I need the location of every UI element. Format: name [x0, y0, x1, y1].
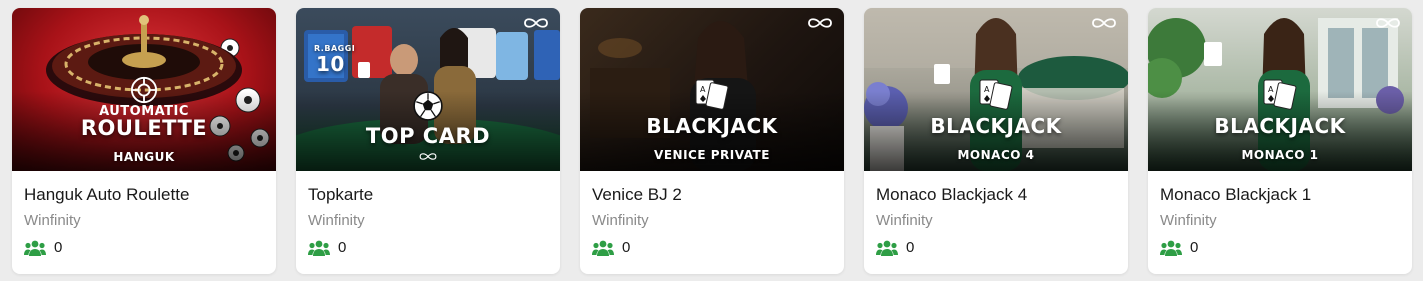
playing-cards-icon: A: [1263, 79, 1297, 110]
game-thumbnail-title: BLACKJACK: [1214, 114, 1346, 138]
game-thumbnail[interactable]: AUTOMATIC ROULETTE HANGUK: [12, 8, 276, 171]
winfinity-logo-icon: [524, 18, 548, 28]
game-thumbnail[interactable]: R.BAGGI 10 TOP CARD: [296, 8, 560, 171]
playing-cards-icon: A: [979, 79, 1013, 110]
game-thumbnail-title: TOP CARD: [365, 124, 491, 148]
roulette-logo-icon: [130, 76, 158, 104]
player-count-value: 0: [906, 239, 915, 256]
game-card[interactable]: A BLACKJACK VENICE PRIVATE Venice BJ 2 W…: [580, 8, 844, 274]
player-count: 0: [876, 239, 1116, 256]
game-grid: AUTOMATIC ROULETTE HANGUK Hanguk Auto Ro…: [12, 8, 1412, 274]
player-count: 0: [592, 239, 832, 256]
game-name[interactable]: Topkarte: [308, 183, 548, 207]
game-thumbnail-subtitle: MONACO 1: [1241, 148, 1319, 162]
players-icon: [1160, 240, 1182, 256]
jersey-number-label: 10: [316, 52, 345, 76]
game-provider: Winfinity: [592, 212, 649, 229]
winfinity-logo-icon: [419, 153, 437, 160]
player-count-value: 0: [338, 239, 347, 256]
players-icon: [876, 240, 898, 256]
winfinity-logo-icon: [1092, 18, 1116, 28]
player-count-value: 0: [622, 239, 631, 256]
game-card[interactable]: R.BAGGI 10 TOP CARD Topkarte Winfinity 0: [296, 8, 560, 274]
game-thumbnail-title: BLACKJACK: [930, 114, 1062, 138]
players-icon: [24, 240, 46, 256]
game-provider: Winfinity: [1160, 212, 1217, 229]
players-icon: [592, 240, 614, 256]
player-count: 0: [1160, 239, 1400, 256]
player-count: 0: [308, 239, 548, 256]
game-provider: Winfinity: [876, 212, 933, 229]
game-name[interactable]: Monaco Blackjack 4: [876, 183, 1116, 207]
game-thumbnail[interactable]: A BLACKJACK MONACO 1: [1148, 8, 1412, 171]
svg-text:A: A: [700, 85, 706, 94]
game-provider: Winfinity: [24, 212, 81, 229]
game-card[interactable]: AUTOMATIC ROULETTE HANGUK Hanguk Auto Ro…: [12, 8, 276, 274]
game-thumbnail-subtitle: MONACO 4: [957, 148, 1035, 162]
game-thumbnail-subtitle: HANGUK: [113, 150, 175, 164]
players-icon: [308, 240, 330, 256]
game-card[interactable]: A BLACKJACK MONACO 1 Monaco Blackjack 1 …: [1148, 8, 1412, 274]
game-thumbnail[interactable]: A BLACKJACK MONACO 4: [864, 8, 1128, 171]
player-count-value: 0: [54, 239, 63, 256]
game-thumbnail-title: ROULETTE: [80, 116, 208, 140]
game-provider: Winfinity: [308, 212, 365, 229]
game-card[interactable]: A BLACKJACK MONACO 4 Monaco Blackjack 4 …: [864, 8, 1128, 274]
svg-text:A: A: [984, 85, 990, 94]
player-count-value: 0: [1190, 239, 1199, 256]
game-name[interactable]: Monaco Blackjack 1: [1160, 183, 1400, 207]
winfinity-logo-icon: [1376, 18, 1400, 28]
svg-text:A: A: [1268, 85, 1274, 94]
player-count: 0: [24, 239, 264, 256]
playing-cards-icon: A: [695, 79, 729, 110]
game-name[interactable]: Venice BJ 2: [592, 183, 832, 207]
game-thumbnail-title: BLACKJACK: [646, 114, 778, 138]
game-thumbnail[interactable]: A BLACKJACK VENICE PRIVATE: [580, 8, 844, 171]
game-name[interactable]: Hanguk Auto Roulette: [24, 183, 264, 207]
winfinity-logo-icon: [808, 18, 832, 28]
game-thumbnail-subtitle: VENICE PRIVATE: [654, 148, 770, 162]
soccer-ball-icon: [413, 91, 443, 121]
